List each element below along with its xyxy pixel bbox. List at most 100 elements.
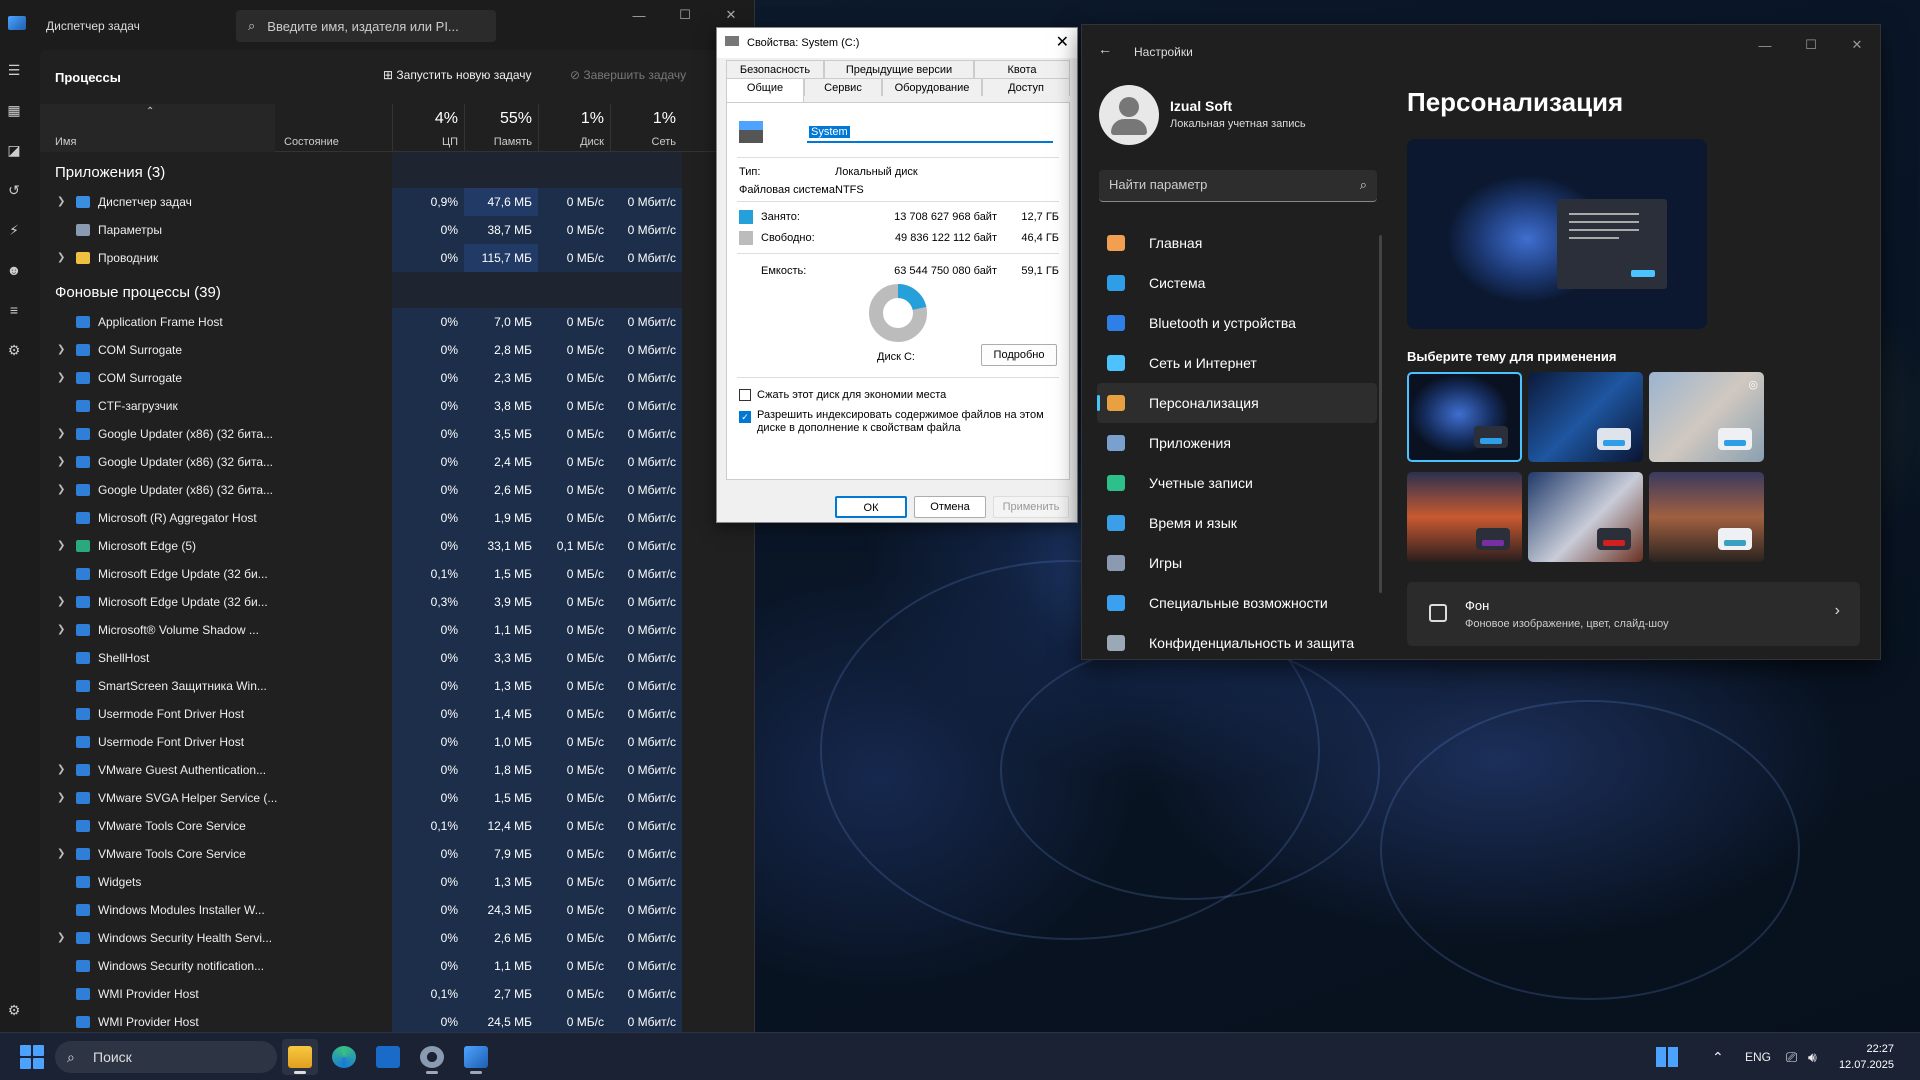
column-name[interactable]: ⌃ Имя <box>40 104 275 152</box>
back-arrow-icon[interactable]: ← <box>1098 41 1112 57</box>
expand-chevron-icon[interactable]: ❯ <box>57 336 65 364</box>
file-explorer-button[interactable] <box>282 1039 318 1075</box>
apply-button[interactable]: Применить <box>993 496 1069 518</box>
compress-checkbox[interactable] <box>739 389 751 401</box>
end-task-button[interactable]: ⊘ Завершить задачу <box>570 68 686 82</box>
nav-item-accessibility[interactable]: Специальные возможности <box>1097 583 1377 623</box>
expand-chevron-icon[interactable]: ❯ <box>57 784 65 812</box>
theme-tile-landscape[interactable] <box>1649 472 1764 562</box>
tab-previous-versions[interactable]: Предыдущие версии <box>824 60 974 78</box>
process-row[interactable]: ❯ Microsoft® Volume Shadow ... 0% 1,1 МБ 0 М… <box>40 616 754 644</box>
maximize-button[interactable]: ☐ <box>662 0 708 30</box>
process-row[interactable]: Параметры 0% 38,7 МБ 0 МБ/с 0 Мбит/с <box>40 216 754 244</box>
close-button[interactable]: ✕ <box>1056 32 1069 52</box>
details-icon[interactable]: ≡ <box>0 290 28 330</box>
cancel-button[interactable]: Отмена <box>914 496 986 518</box>
expand-chevron-icon[interactable]: ❯ <box>57 364 65 392</box>
process-row[interactable]: Usermode Font Driver Host 0% 1,4 МБ 0 МБ/с 0… <box>40 700 754 728</box>
nav-item-bluetooth[interactable]: Bluetooth и устройства <box>1097 303 1377 343</box>
chevron-up-icon[interactable]: ⌃ <box>1712 1033 1724 1080</box>
apps-group-header[interactable]: Приложения (3) <box>40 152 754 188</box>
process-row[interactable]: Microsoft (R) Aggregator Host 0% 1,9 МБ 0 М… <box>40 504 754 532</box>
expand-chevron-icon[interactable]: ❯ <box>57 448 65 476</box>
start-button[interactable] <box>20 1045 44 1069</box>
process-row[interactable]: SmartScreen Защитника Win... 0% 1,3 МБ 0 МБ… <box>40 672 754 700</box>
outlook-button[interactable] <box>370 1039 406 1075</box>
history-icon[interactable]: ↺ <box>0 170 28 210</box>
minimize-button[interactable]: — <box>616 0 662 30</box>
process-row[interactable]: ❯ Google Updater (x86) (32 бита... 0% 2,6 М… <box>40 476 754 504</box>
close-button[interactable]: ✕ <box>708 0 754 30</box>
tab-hardware[interactable]: Оборудование <box>882 78 982 96</box>
nav-item-brush[interactable]: Персонализация <box>1097 383 1377 423</box>
theme-tile-windows-blue[interactable] <box>1528 372 1643 462</box>
minimize-button[interactable]: — <box>1742 25 1788 65</box>
process-row[interactable]: ❯ Microsoft Edge Update (32 би... 0,3% 3,9 … <box>40 588 754 616</box>
process-row[interactable]: ❯ COM Surrogate 0% 2,3 МБ 0 МБ/с 0 Мбит/с <box>40 364 754 392</box>
performance-icon[interactable]: ◪ <box>0 130 28 170</box>
process-row[interactable]: ❯ VMware Guest Authentication... 0% 1,8 МБ 0… <box>40 756 754 784</box>
process-row[interactable]: Application Frame Host 0% 7,0 МБ 0 МБ/с 0 Мб… <box>40 308 754 336</box>
widget-tray-icon[interactable] <box>1656 1033 1678 1080</box>
settings-taskbar-button[interactable] <box>414 1039 450 1075</box>
theme-tile-car[interactable] <box>1528 472 1643 562</box>
search-input[interactable]: ⌕ Введите имя, издателя или PI... <box>236 10 496 42</box>
nav-item-time-language[interactable]: Время и язык <box>1097 503 1377 543</box>
process-row[interactable]: Microsoft Edge Update (32 би... 0,1% 1,5 М… <box>40 560 754 588</box>
process-row[interactable]: ❯ Google Updater (x86) (32 бита... 0% 3,5 М… <box>40 420 754 448</box>
process-row[interactable]: Widgets 0% 1,3 МБ 0 МБ/с 0 Мбит/с <box>40 868 754 896</box>
expand-chevron-icon[interactable]: ❯ <box>57 476 65 504</box>
expand-chevron-icon[interactable]: ❯ <box>57 188 65 216</box>
close-button[interactable]: ✕ <box>1834 25 1880 65</box>
volume-icon[interactable]: 🔊︎ <box>1808 1033 1817 1080</box>
tab-sharing[interactable]: Доступ <box>982 78 1070 96</box>
background-setting-card[interactable]: Фон Фоновое изображение, цвет, слайд-шоу… <box>1407 582 1860 646</box>
edge-button[interactable] <box>326 1039 362 1075</box>
expand-chevron-icon[interactable]: ❯ <box>57 616 65 644</box>
expand-chevron-icon[interactable]: ❯ <box>57 924 65 952</box>
expand-chevron-icon[interactable]: ❯ <box>57 756 65 784</box>
details-button[interactable]: Подробно <box>981 344 1057 366</box>
process-row[interactable]: Windows Security notification... 0% 1,1 МБ… <box>40 952 754 980</box>
taskbar-search[interactable]: ⌕ Поиск <box>55 1041 277 1073</box>
maximize-button[interactable]: ☐ <box>1788 25 1834 65</box>
users-icon[interactable]: ☻ <box>0 250 28 290</box>
run-new-task-button[interactable]: ⊞ Запустить новую задачу <box>383 68 532 82</box>
startup-icon[interactable]: ⚡ <box>0 210 28 250</box>
expand-chevron-icon[interactable]: ❯ <box>57 588 65 616</box>
nav-item-network[interactable]: Сеть и Интернет <box>1097 343 1377 383</box>
process-row[interactable]: ❯ Windows Security Health Servi... 0% 2,6 М… <box>40 924 754 952</box>
process-row[interactable]: ❯ Диспетчер задач 0,9% 47,6 МБ 0 МБ/с 0 Мбит/… <box>40 188 754 216</box>
menu-icon[interactable]: ☰ <box>0 50 28 90</box>
process-row[interactable]: ❯ Google Updater (x86) (32 бита... 0% 2,4 М… <box>40 448 754 476</box>
theme-tile-blue-rose[interactable] <box>1407 372 1522 462</box>
tab-general[interactable]: Общие <box>726 78 804 102</box>
process-row[interactable]: WMI Provider Host 0,1% 2,7 МБ 0 МБ/с 0 Мбит/… <box>40 980 754 1008</box>
column-cpu[interactable]: 4% ЦП <box>392 104 464 152</box>
process-row[interactable]: ❯ VMware Tools Core Service 0% 7,9 МБ 0 МБ/с… <box>40 840 754 868</box>
background-group-header[interactable]: Фоновые процессы (39) <box>40 272 754 308</box>
network-icon[interactable]: ⎚ <box>1786 1033 1797 1080</box>
process-row[interactable]: Windows Modules Installer W... 0% 24,3 МБ 0… <box>40 896 754 924</box>
column-disk[interactable]: 1% Диск <box>538 104 610 152</box>
process-row[interactable]: ❯ COM Surrogate 0% 2,8 МБ 0 МБ/с 0 Мбит/с <box>40 336 754 364</box>
settings-search-input[interactable]: Найти параметр ⌕ <box>1099 170 1377 202</box>
nav-item-home[interactable]: Главная <box>1097 223 1377 263</box>
tab-quota[interactable]: Квота <box>974 60 1070 78</box>
nav-item-shield[interactable]: Конфиденциальность и защита <box>1097 623 1377 663</box>
nav-item-games[interactable]: Игры <box>1097 543 1377 583</box>
services-icon[interactable]: ⚙ <box>0 330 28 370</box>
index-checkbox[interactable]: ✓ <box>739 411 751 423</box>
expand-chevron-icon[interactable]: ❯ <box>57 420 65 448</box>
tab-tools[interactable]: Сервис <box>804 78 882 96</box>
language-indicator[interactable]: ENG <box>1745 1033 1771 1080</box>
task-manager-taskbar-button[interactable] <box>458 1039 494 1075</box>
process-row[interactable]: VMware Tools Core Service 0,1% 12,4 МБ 0 МБ… <box>40 812 754 840</box>
nav-item-system[interactable]: Система <box>1097 263 1377 303</box>
expand-chevron-icon[interactable]: ❯ <box>57 840 65 868</box>
nav-item-accounts[interactable]: Учетные записи <box>1097 463 1377 503</box>
avatar[interactable] <box>1099 85 1159 145</box>
column-memory[interactable]: 55% Память <box>464 104 538 152</box>
process-row[interactable]: Usermode Font Driver Host 0% 1,0 МБ 0 МБ/с 0… <box>40 728 754 756</box>
volume-label-input[interactable]: System <box>807 123 1053 143</box>
